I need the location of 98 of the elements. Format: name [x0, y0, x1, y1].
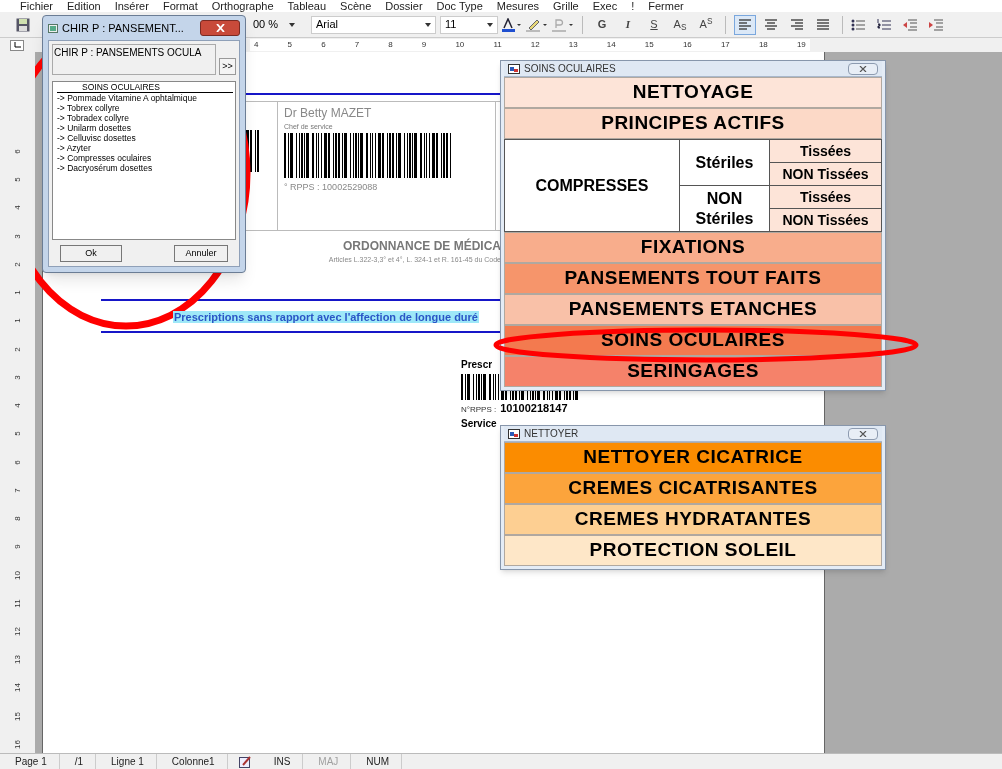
rpps-number: 10100218147 — [500, 400, 568, 416]
list-item[interactable]: -> Compresses oculaires — [57, 153, 233, 163]
format-button[interactable]: A$^{S}$ — [695, 14, 717, 35]
list-item[interactable]: -> Tobrex collyre — [57, 103, 233, 113]
list-item[interactable]: -> Celluvisc dosettes — [57, 133, 233, 143]
menu-option[interactable]: Tissées — [770, 140, 881, 162]
paragraph-color-icon[interactable] — [552, 17, 574, 32]
tab-stop-button[interactable] — [10, 39, 24, 51]
dropdown-icon — [487, 22, 493, 27]
menu-option[interactable]: NON Tissées — [770, 208, 881, 231]
menu-item[interactable]: Orthographe — [211, 0, 274, 12]
menu-option[interactable]: PROTECTION SOLEIL — [504, 535, 882, 566]
dropdown-icon — [425, 22, 431, 27]
size-combo[interactable]: 11 — [440, 15, 498, 34]
indent-icon[interactable] — [929, 18, 943, 31]
menu-item[interactable]: Doc Type — [436, 0, 483, 12]
dropdown-icon — [289, 22, 295, 27]
menu-option[interactable]: FIXATIONS — [504, 232, 882, 263]
window-title: SOINS OCULAIRES — [524, 62, 617, 76]
format-button[interactable]: A$_{S}$ — [669, 14, 691, 35]
close-button[interactable] — [200, 20, 240, 36]
rpps-number: ° RPPS : 10002529088 — [284, 180, 379, 194]
status-field: /1 — [62, 754, 97, 769]
window-icon — [508, 428, 520, 439]
save-icon[interactable] — [16, 17, 30, 32]
window-icon — [508, 63, 520, 74]
close-button[interactable] — [848, 427, 878, 440]
prescriber-label: Prescr — [461, 357, 493, 372]
list-box[interactable]: SOINS OCULAIRES -> Pommade Vitamine A ophtalmique -> Tobrex collyre -> Tobradex collyre -> Unilarm dosettes -> Celluvisc dosettes -> Azyter -> Compresses oculaires -> Dacryosérum dosettes — [52, 81, 236, 240]
menu-option[interactable]: PANSEMENTS ETANCHES — [504, 294, 882, 325]
list-header: SOINS OCULAIRES — [57, 82, 233, 93]
menu-item[interactable]: Dossier — [385, 0, 423, 12]
ald-banner: Prescriptions sans rapport avec l'affection de longue duré — [173, 310, 479, 323]
window-icon — [48, 23, 58, 33]
menu-item[interactable]: Fichier — [20, 0, 53, 12]
menu-item[interactable]: Fermer — [648, 0, 684, 12]
next-button[interactable]: >> — [219, 58, 236, 75]
format-button[interactable]: G — [591, 14, 613, 35]
menu-item[interactable]: Scène — [340, 0, 372, 12]
close-icon — [859, 65, 867, 72]
menu-item[interactable]: ! — [631, 0, 635, 12]
menu-item[interactable]: Edition — [67, 0, 101, 12]
ok-button[interactable]: Ok — [60, 245, 122, 262]
status-field: Ligne 1 — [99, 754, 157, 769]
numbered-list-icon[interactable] — [877, 18, 891, 31]
vertical-ruler: 6 5 4 3 2 1 1 2 3 4 5 6 7 8 9 10 11 12 13 14 15 16 — [0, 52, 35, 753]
list-item[interactable]: -> Azyter — [57, 143, 233, 153]
horizontal-ruler: 4 5 6 7 8 9 10 11 12 13 14 15 16 17 18 19 — [250, 39, 810, 51]
list-item[interactable]: -> Dacryosérum dosettes — [57, 163, 233, 173]
list-item[interactable]: -> Pommade Vitamine A ophtalmique — [57, 93, 233, 103]
status-field: INS — [261, 754, 304, 769]
align-icon — [765, 19, 777, 30]
edit-icon — [238, 755, 251, 768]
window-title: CHIR P : PANSEMENT... — [62, 20, 185, 36]
menu-option[interactable]: PRINCIPES ACTIFS — [504, 108, 882, 139]
menu-item[interactable]: Tableau — [287, 0, 327, 12]
close-button[interactable] — [848, 62, 878, 75]
menu-option[interactable]: CREMES CICATRISANTES — [504, 473, 882, 504]
font-combo[interactable]: Arial — [311, 15, 436, 34]
menu-item[interactable]: Grille — [553, 0, 579, 12]
menu-option[interactable]: COMPRESSES — [505, 140, 680, 231]
align-icon — [817, 19, 829, 30]
menu-item[interactable]: Format — [162, 0, 198, 12]
status-field: Colonne1 — [159, 754, 228, 769]
cancel-button[interactable]: Annuler — [174, 245, 228, 262]
list-item[interactable]: -> Tobradex collyre — [57, 113, 233, 123]
service-label: Service — [461, 417, 497, 431]
close-icon — [859, 430, 867, 437]
tab-stop-icon — [13, 42, 21, 48]
outdent-icon[interactable] — [903, 18, 917, 31]
align-button[interactable] — [734, 14, 756, 35]
menu-option[interactable]: NETTOYAGE — [504, 77, 882, 108]
menu-option[interactable]: NON Tissées — [770, 162, 881, 185]
status-field: Page 1 — [3, 754, 60, 769]
document-title: ORDONNANCE DE MÉDICA — [343, 237, 501, 255]
list-item[interactable]: -> Unilarm dosettes — [57, 123, 233, 133]
zoom-combo[interactable]: 00 % — [249, 15, 299, 34]
align-icon — [739, 19, 751, 30]
bullet-list-icon[interactable] — [851, 18, 865, 31]
format-button[interactable]: S — [643, 14, 665, 35]
doctor-name: Dr Betty MAZET — [284, 105, 373, 122]
menu-option[interactable]: CREMES HYDRATANTES — [504, 504, 882, 535]
menu-item[interactable]: Insérer — [114, 0, 149, 12]
window-title: NETTOYER — [524, 427, 580, 441]
text-color-icon[interactable] — [502, 17, 522, 32]
align-icon — [791, 19, 803, 30]
menu-item[interactable]: Exec — [592, 0, 618, 12]
menu-option[interactable]: Tissées — [770, 186, 881, 208]
status-field: NUM — [354, 754, 403, 769]
highlight-icon[interactable] — [526, 17, 548, 32]
menu-option[interactable]: NETTOYER CICATRICE — [504, 442, 882, 473]
close-icon — [215, 24, 225, 32]
rpps-label: N°RPPS : — [461, 403, 497, 416]
format-button[interactable]: I — [617, 14, 639, 35]
status-field: MAJ — [306, 754, 352, 769]
menu-option[interactable]: PANSEMENTS TOUT FAITS — [504, 263, 882, 294]
selection-field[interactable]: CHIR P : PANSEMENTS OCULA — [52, 44, 216, 75]
menu-item[interactable]: Mesures — [496, 0, 540, 12]
